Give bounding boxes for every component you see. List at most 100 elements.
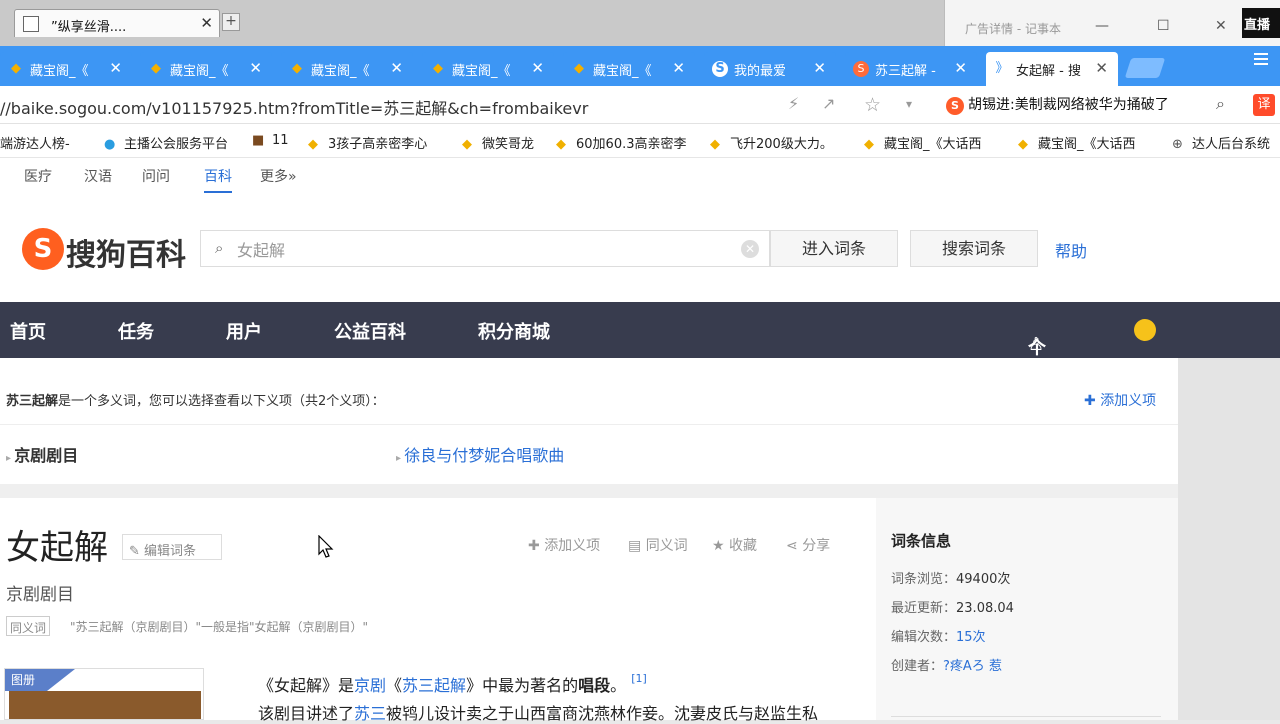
- bookmark-item[interactable]: ■ 11: [252, 133, 289, 148]
- close-icon[interactable]: ✕: [1095, 59, 1108, 77]
- tab-3[interactable]: ◆ 藏宝阁_《 ✕: [281, 52, 413, 86]
- tab-4[interactable]: ◆ 藏宝阁_《 ✕: [422, 52, 554, 86]
- tab-6[interactable]: S 我的最爱 ✕: [704, 52, 836, 86]
- bookmark-item[interactable]: 端游达人榜-: [0, 133, 70, 152]
- link-jingju[interactable]: 京剧: [354, 676, 386, 695]
- article-paragraph: 该剧目讲述了苏三被鸨儿设计卖之于山西富商沈燕林作妾。沈妻皮氏与赵监生私: [258, 704, 819, 723]
- sogou-baike-icon: 》: [995, 61, 1009, 76]
- nav-charity-baike[interactable]: 公益百科: [334, 318, 406, 344]
- notepad-window[interactable]: 广告详情 - 记事本 — ☐ ✕ 直播: [944, 0, 1280, 46]
- link-susan-qijie[interactable]: 苏三起解: [402, 676, 466, 695]
- article-paragraph: 《女起解》是京剧《苏三起解》中最为著名的唱段。 [1]: [258, 672, 647, 695]
- nav-users[interactable]: 用户: [226, 318, 262, 344]
- divider: [891, 716, 1161, 717]
- creator-link[interactable]: ?疼Aろ 惹: [943, 659, 1002, 674]
- star-icon[interactable]: ☆: [864, 94, 881, 116]
- bookmark-item[interactable]: ◆ 藏宝阁_《大话西: [864, 133, 982, 152]
- subnav-item-more[interactable]: 更多»: [260, 166, 297, 186]
- bookmark-item[interactable]: ● 主播公会服务平台: [104, 133, 228, 152]
- treasure-icon: ◆: [462, 137, 472, 152]
- article-subtitle: 京剧剧目: [6, 585, 74, 605]
- menu-icon[interactable]: [1254, 53, 1268, 65]
- url-field[interactable]: //baike.sogou.com/v101157925.htm?fromTit…: [0, 95, 588, 119]
- share-action[interactable]: ⋖ 分享: [786, 535, 830, 555]
- edit-entry-button[interactable]: ✎ 编辑词条: [122, 534, 222, 560]
- lightning-icon[interactable]: ⚡: [788, 94, 799, 113]
- info-heading: 词条信息: [891, 532, 952, 550]
- list-icon: ▤: [628, 538, 646, 554]
- bookmark-item[interactable]: ◆ 飞升200级大力。: [710, 133, 833, 152]
- maximize-icon[interactable]: ☐: [1157, 18, 1170, 34]
- notepad-title: 广告详情 - 记事本: [965, 22, 1061, 36]
- link-susan[interactable]: 苏三: [354, 704, 386, 723]
- album-thumbnail[interactable]: 图册: [4, 668, 204, 720]
- divider: [0, 484, 1178, 498]
- help-link[interactable]: 帮助: [1055, 238, 1087, 262]
- tab-5[interactable]: ◆ 藏宝阁_《 ✕: [563, 52, 695, 86]
- add-sense-action[interactable]: ✚ 添加义项: [528, 535, 600, 555]
- close-icon[interactable]: ✕: [531, 59, 544, 77]
- add-sense-link[interactable]: ✚ 添加义项: [1084, 390, 1156, 410]
- chevron-down-icon[interactable]: ▾: [906, 97, 912, 111]
- synonym-action[interactable]: ▤ 同义词: [628, 535, 688, 555]
- sense-option-link[interactable]: ▸ 徐良与付梦妮合唱歌曲: [396, 442, 564, 466]
- bookmarks-bar: 端游达人榜- ● 主播公会服务平台 ■ 11 ◆ 3孩子高亲密李心 ◆ 微笑哥龙 ◆ 60…: [0, 124, 1280, 158]
- browser-tabbar: ◆ 藏宝阁_《 ✕ ◆ 藏宝阁_《 ✕ ◆ 藏宝阁_《 ✕ ◆ 藏宝阁_《 ✕ ◆ 藏宝阁_《 ✕ …: [0, 46, 1280, 86]
- address-bar: //baike.sogou.com/v101157925.htm?fromTit…: [0, 86, 1280, 124]
- subnav-item-wenwen[interactable]: 问问: [142, 166, 170, 186]
- tab-2[interactable]: ◆ 藏宝阁_《 ✕: [140, 52, 272, 86]
- tab-7[interactable]: S 苏三起解 - ✕: [845, 52, 977, 86]
- disambiguation-panel: 苏三起解是一个多义词，您可以选择查看以下义项（共2个义项）： ✚ 添加义项 ▸ …: [0, 358, 1178, 484]
- search-input[interactable]: [237, 237, 737, 261]
- new-window-tab-button[interactable]: +: [222, 13, 240, 31]
- divider: [0, 424, 1178, 425]
- window-tab[interactable]: ”纵享丝滑.... ✕: [14, 9, 220, 37]
- treasure-icon: ◆: [308, 137, 318, 152]
- album-tag: 图册: [5, 669, 75, 691]
- close-icon[interactable]: ✕: [954, 59, 967, 77]
- page-content: 医疗 汉语 问问 百科 更多» S 搜狗百科 ⌕ ✕ 进入词条 搜索词条 帮助 …: [0, 158, 1280, 723]
- treasure-icon: ◆: [1018, 137, 1028, 152]
- coin-icon: [1134, 319, 1156, 341]
- treasure-icon: ◆: [433, 61, 443, 76]
- search-icon[interactable]: ⌕: [1216, 94, 1225, 114]
- favorite-action[interactable]: ★ 收藏: [712, 535, 757, 555]
- nav-home[interactable]: 首页: [10, 318, 46, 344]
- sense-option-current[interactable]: ▸ 京剧剧目: [6, 442, 78, 466]
- search-entry-button[interactable]: 搜索词条: [910, 230, 1038, 267]
- globe-icon: ●: [104, 137, 116, 152]
- close-icon[interactable]: ✕: [672, 59, 685, 77]
- clear-icon[interactable]: ✕: [741, 240, 759, 258]
- close-icon[interactable]: ✕: [813, 59, 826, 77]
- bookmark-item[interactable]: ⊕ 达人后台系统: [1172, 133, 1270, 152]
- bookmark-item[interactable]: ◆ 藏宝阁_《大话西: [1018, 133, 1136, 152]
- window-strip: ”纵享丝滑.... ✕ + 广告详情 - 记事本 — ☐ ✕ 直播: [0, 0, 1280, 46]
- close-icon[interactable]: ✕: [200, 14, 213, 32]
- subnav-item-baike[interactable]: 百科: [204, 166, 232, 193]
- subnav-item-hanyu[interactable]: 汉语: [84, 166, 112, 186]
- close-icon[interactable]: ✕: [109, 59, 122, 77]
- nav-tasks[interactable]: 任务: [118, 318, 154, 344]
- subnav-item-medical[interactable]: 医疗: [24, 166, 52, 186]
- translate-icon[interactable]: 译: [1253, 94, 1275, 116]
- top-subnav: 医疗 汉语 问问 百科 更多»: [0, 158, 1280, 193]
- bookmark-item[interactable]: ◆ 微笑哥龙: [462, 133, 534, 152]
- info-updated: 最近更新：23.08.04: [891, 601, 1014, 616]
- tab-active[interactable]: 》女起解 - 搜 ✕: [986, 52, 1118, 86]
- search-box: ⌕ ✕: [200, 230, 770, 267]
- new-tab-button[interactable]: [1124, 58, 1166, 78]
- enter-entry-button[interactable]: 进入词条: [770, 230, 898, 267]
- reference-link[interactable]: [1]: [631, 672, 647, 685]
- bookmark-item[interactable]: ◆ 3孩子高亲密李心: [308, 133, 427, 152]
- nav-points-mall[interactable]: 积分商城: [478, 318, 550, 344]
- close-icon[interactable]: ✕: [249, 59, 262, 77]
- news-ticker[interactable]: S 胡锡进:美制裁网络被华为捅破了: [946, 94, 1169, 115]
- tab-1[interactable]: ◆ 藏宝阁_《 ✕: [0, 52, 132, 86]
- share-icon[interactable]: ↗: [822, 94, 835, 113]
- close-icon[interactable]: ✕: [390, 59, 403, 77]
- close-icon[interactable]: ✕: [1215, 18, 1227, 34]
- logo-text: 搜狗百科: [66, 238, 186, 273]
- minimize-icon[interactable]: —: [1095, 18, 1109, 34]
- edits-link[interactable]: 15次: [956, 630, 986, 645]
- bookmark-item[interactable]: ◆ 60加60.3高亲密李: [556, 133, 687, 152]
